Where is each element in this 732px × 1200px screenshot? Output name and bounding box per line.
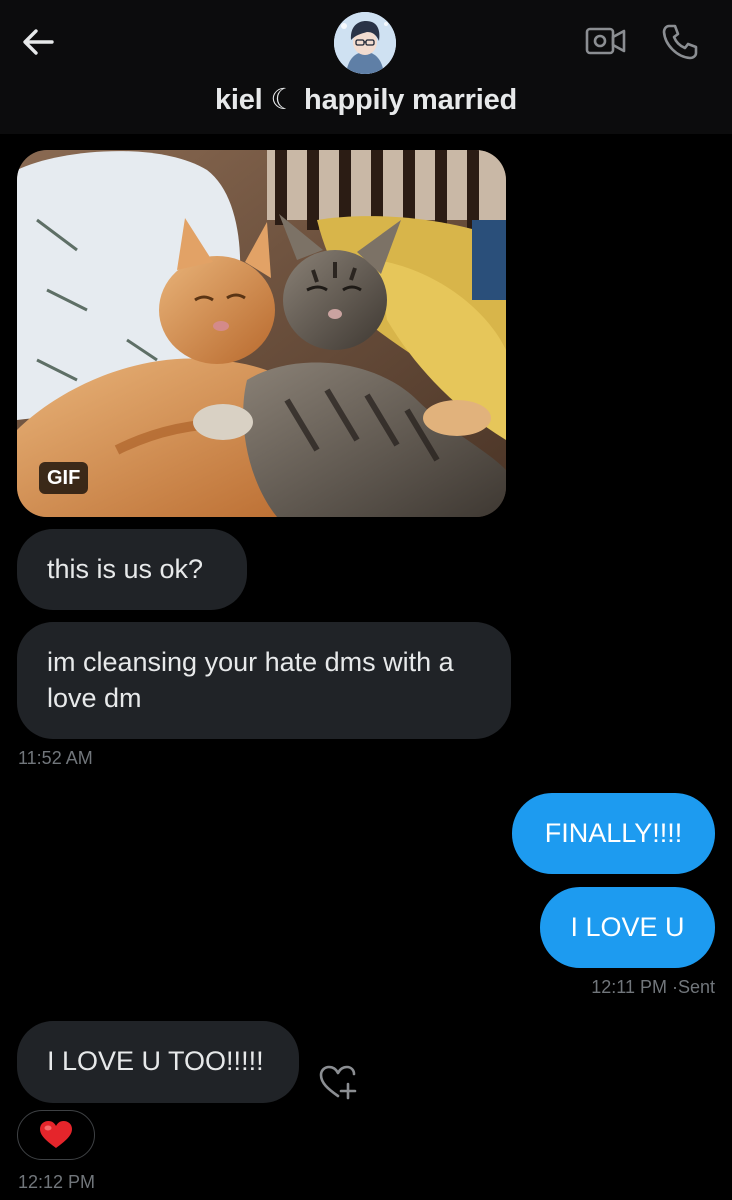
video-camera-icon xyxy=(585,27,626,55)
gif-badge: GIF xyxy=(39,462,89,494)
message-timestamp: 11:52 AM xyxy=(18,748,93,768)
voice-call-button[interactable] xyxy=(658,20,702,64)
conversation-title[interactable]: kiel ☾ happily married xyxy=(0,82,732,117)
message-timestamp: 12:12 PM xyxy=(18,1172,96,1192)
gif-message[interactable]: GIF xyxy=(17,150,506,517)
phone-icon xyxy=(662,24,698,60)
incoming-message[interactable]: I LOVE U TOO!!!!! xyxy=(17,1021,299,1103)
outgoing-message[interactable]: I LOVE U xyxy=(540,887,715,968)
add-reaction-button[interactable] xyxy=(316,1062,360,1102)
conversation-header: kiel ☾ happily married xyxy=(0,0,732,134)
message-timestamp-sent: 12:11 PM ·Sent xyxy=(591,977,715,997)
arrow-left-icon xyxy=(23,29,54,55)
incoming-message[interactable]: im cleansing your hate dms with a love d… xyxy=(17,622,511,739)
red-heart-icon xyxy=(40,1121,72,1148)
cats-gif-image xyxy=(17,150,506,517)
avatar[interactable] xyxy=(334,12,396,74)
back-button[interactable] xyxy=(18,22,58,62)
heart-plus-icon xyxy=(319,1065,357,1100)
video-call-button[interactable] xyxy=(584,24,628,60)
outgoing-message[interactable]: FINALLY!!!! xyxy=(512,793,715,874)
incoming-message[interactable]: this is us ok? xyxy=(17,529,247,610)
heart-reaction[interactable] xyxy=(17,1110,95,1160)
avatar-image xyxy=(334,12,396,74)
